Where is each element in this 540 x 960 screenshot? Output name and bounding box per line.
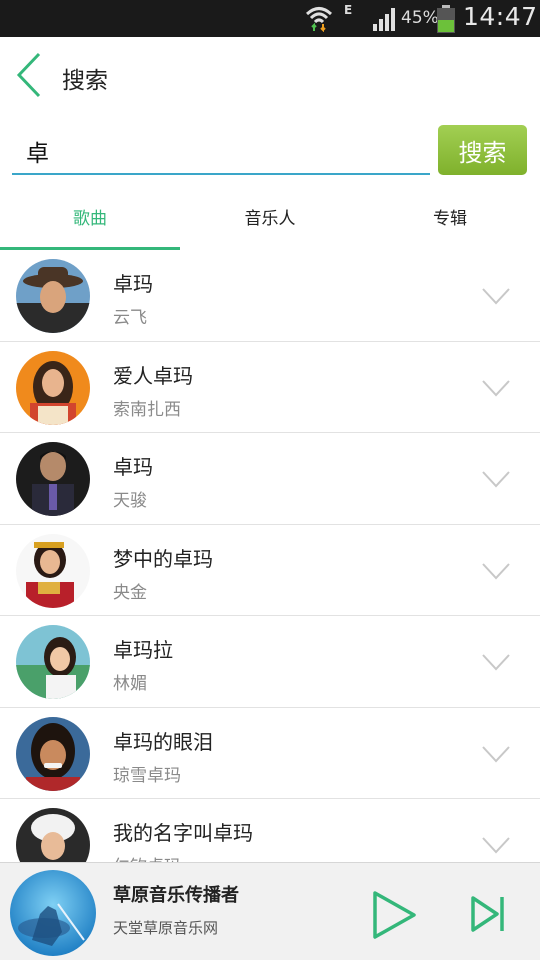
chevron-down-icon[interactable] bbox=[481, 562, 511, 580]
back-arrow-icon[interactable] bbox=[14, 51, 46, 99]
skip-next-icon bbox=[471, 896, 504, 932]
chevron-down-icon[interactable] bbox=[481, 470, 511, 488]
song-artist: 天骏 bbox=[113, 491, 147, 511]
network-type-label: E bbox=[344, 3, 353, 17]
song-list-item[interactable]: 爱人卓玛 索南扎西 bbox=[0, 342, 540, 433]
artist-avatar bbox=[16, 808, 90, 862]
artist-avatar bbox=[16, 716, 90, 791]
song-title: 卓玛 bbox=[113, 272, 153, 296]
song-title: 爱人卓玛 bbox=[113, 363, 193, 388]
mini-player[interactable]: 草原音乐传播者 天堂草原音乐网 bbox=[0, 862, 540, 960]
song-title: 卓玛 bbox=[113, 455, 153, 479]
page-title: 搜索 bbox=[62, 68, 108, 94]
chevron-down-icon[interactable] bbox=[481, 653, 511, 671]
song-artist: 琼雪卓玛 bbox=[113, 765, 181, 786]
song-artist: 索南扎西 bbox=[113, 399, 181, 420]
search-row: 搜索 bbox=[0, 115, 540, 190]
tab-albums[interactable]: 专辑 bbox=[360, 190, 540, 250]
artist-avatar bbox=[16, 533, 90, 608]
song-list-item[interactable]: 卓玛的眼泪 琼雪卓玛 bbox=[0, 708, 540, 799]
song-artist: 仁钦卓玛 bbox=[113, 852, 181, 862]
song-title: 卓玛的眼泪 bbox=[113, 729, 213, 754]
now-playing-subtitle: 天堂草原音乐网 bbox=[113, 919, 219, 937]
song-title: 卓玛拉 bbox=[113, 638, 173, 662]
play-icon bbox=[373, 891, 416, 939]
status-clock: 14:47 bbox=[463, 2, 538, 31]
wifi-icon bbox=[305, 7, 333, 32]
chevron-down-icon[interactable] bbox=[481, 836, 511, 854]
signal-strength-icon bbox=[373, 8, 395, 31]
tab-bar: 歌曲 音乐人 专辑 bbox=[0, 190, 540, 250]
header: 搜索 bbox=[0, 37, 540, 115]
chevron-down-icon[interactable] bbox=[481, 379, 511, 397]
artist-avatar bbox=[16, 259, 90, 333]
song-artist: 林媚 bbox=[113, 674, 147, 694]
song-title: 我的名字叫卓玛 bbox=[113, 821, 253, 845]
song-artist: 云飞 bbox=[113, 308, 147, 328]
tab-songs[interactable]: 歌曲 bbox=[0, 190, 180, 250]
status-bar: E 45% 14:47 bbox=[0, 0, 540, 37]
song-list-item[interactable]: 梦中的卓玛 央金 bbox=[0, 525, 540, 616]
song-list-item[interactable]: 卓玛 天骏 bbox=[0, 433, 540, 525]
artist-avatar bbox=[16, 350, 90, 425]
next-track-button[interactable] bbox=[470, 895, 506, 933]
play-button[interactable] bbox=[370, 890, 418, 940]
search-button[interactable]: 搜索 bbox=[438, 125, 527, 175]
battery-icon bbox=[437, 5, 455, 33]
now-playing-title: 草原音乐传播者 bbox=[113, 885, 239, 906]
now-playing-cover[interactable] bbox=[10, 870, 96, 956]
song-list-item[interactable]: 我的名字叫卓玛 仁钦卓玛 bbox=[0, 799, 540, 862]
search-input[interactable] bbox=[12, 129, 430, 175]
chevron-down-icon[interactable] bbox=[481, 745, 511, 763]
song-list: 卓玛 云飞 爱人卓玛 索南扎西 卓玛 天骏 梦中的卓玛 央金 卓玛拉 林媚 卓玛… bbox=[0, 250, 540, 862]
song-artist: 央金 bbox=[113, 582, 147, 603]
chevron-down-icon[interactable] bbox=[481, 287, 511, 305]
song-list-item[interactable]: 卓玛 云飞 bbox=[0, 250, 540, 342]
artist-avatar bbox=[16, 442, 90, 516]
song-list-item[interactable]: 卓玛拉 林媚 bbox=[0, 616, 540, 708]
artist-avatar bbox=[16, 625, 90, 699]
tab-artists[interactable]: 音乐人 bbox=[180, 190, 360, 250]
song-title: 梦中的卓玛 bbox=[113, 546, 213, 571]
battery-percent: 45% bbox=[401, 8, 439, 28]
